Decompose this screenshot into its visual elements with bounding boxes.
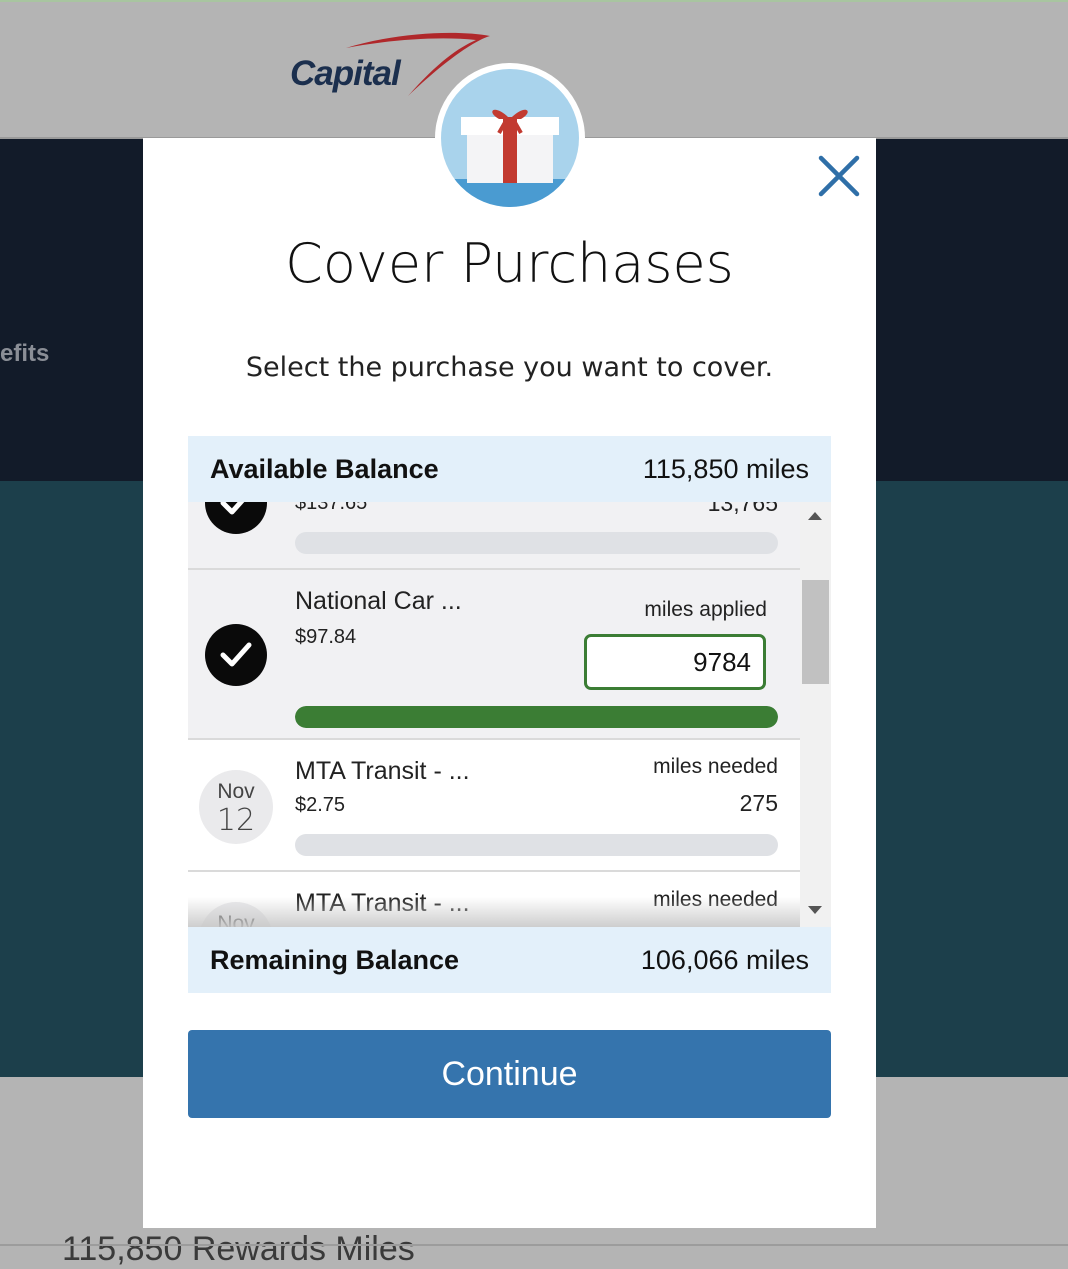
- transaction-merchant: MTA Transit - ...: [295, 889, 470, 917]
- transaction-amount: $97.84: [295, 626, 357, 648]
- selected-check-icon[interactable]: [205, 624, 267, 686]
- miles-needed-label: miles needed: [653, 888, 778, 911]
- transaction-progress: [295, 706, 778, 728]
- remaining-balance-label: Remaining Balance: [210, 944, 460, 975]
- list-scrollbar[interactable]: [800, 502, 831, 927]
- available-balance-bar: Available Balance 115,850 miles: [188, 436, 831, 502]
- nav-item-benefits[interactable]: efits: [0, 340, 49, 368]
- transaction-amount: $2.75: [295, 794, 346, 816]
- available-balance-label: Available Balance: [210, 453, 439, 484]
- transaction-merchant: MTA Transit - ...: [295, 757, 470, 785]
- modal-subtitle: Select the purchase you want to cover.: [245, 352, 774, 383]
- scroll-thumb[interactable]: [802, 580, 829, 684]
- progress-fill: [295, 706, 778, 728]
- bottom-divider: [0, 1244, 1068, 1246]
- date-month: Nov: [217, 780, 255, 803]
- transaction-row[interactable]: $137.65 13,765: [188, 502, 800, 570]
- transaction-miles: 275: [739, 790, 778, 816]
- date-badge: Nov: [199, 902, 273, 927]
- transaction-row[interactable]: Nov MTA Transit - ... miles needed: [188, 872, 800, 927]
- transaction-merchant: National Car ...: [295, 587, 462, 615]
- transaction-miles: 13,765: [707, 502, 778, 516]
- available-balance-value: 115,850 miles: [642, 453, 809, 484]
- continue-button[interactable]: Continue: [188, 1030, 831, 1118]
- transaction-list[interactable]: $137.65 13,765 National Car ... $97.84 m…: [188, 502, 800, 927]
- logo-text: Capital: [290, 54, 401, 93]
- scroll-up-arrow-icon[interactable]: [808, 512, 822, 520]
- gift-icon: [441, 109, 579, 207]
- scroll-down-arrow-icon[interactable]: [808, 906, 822, 914]
- transaction-row[interactable]: National Car ... $97.84 miles applied: [188, 570, 800, 740]
- date-day: 12: [216, 803, 256, 838]
- transaction-row[interactable]: Nov 12 MTA Transit - ... $2.75 miles nee…: [188, 740, 800, 872]
- rewards-summary-text: 115,850 Rewards Miles: [62, 1230, 415, 1268]
- transaction-progress: [295, 834, 778, 856]
- remaining-balance-value: 106,066 miles: [640, 944, 809, 975]
- gift-badge: [435, 63, 585, 213]
- remaining-balance-bar: Remaining Balance 106,066 miles: [188, 927, 831, 993]
- date-month: Nov: [217, 912, 255, 927]
- selected-check-icon[interactable]: [205, 502, 267, 534]
- transaction-progress: [295, 532, 778, 554]
- modal-title: Cover Purchases: [285, 232, 734, 295]
- close-button[interactable]: [815, 152, 863, 200]
- miles-needed-label: miles needed: [653, 755, 778, 778]
- miles-applied-label: miles applied: [644, 598, 767, 621]
- date-badge: Nov 12: [199, 770, 273, 844]
- transaction-amount: $137.65: [295, 502, 368, 514]
- miles-applied-input[interactable]: [584, 634, 766, 690]
- close-icon: [818, 155, 860, 197]
